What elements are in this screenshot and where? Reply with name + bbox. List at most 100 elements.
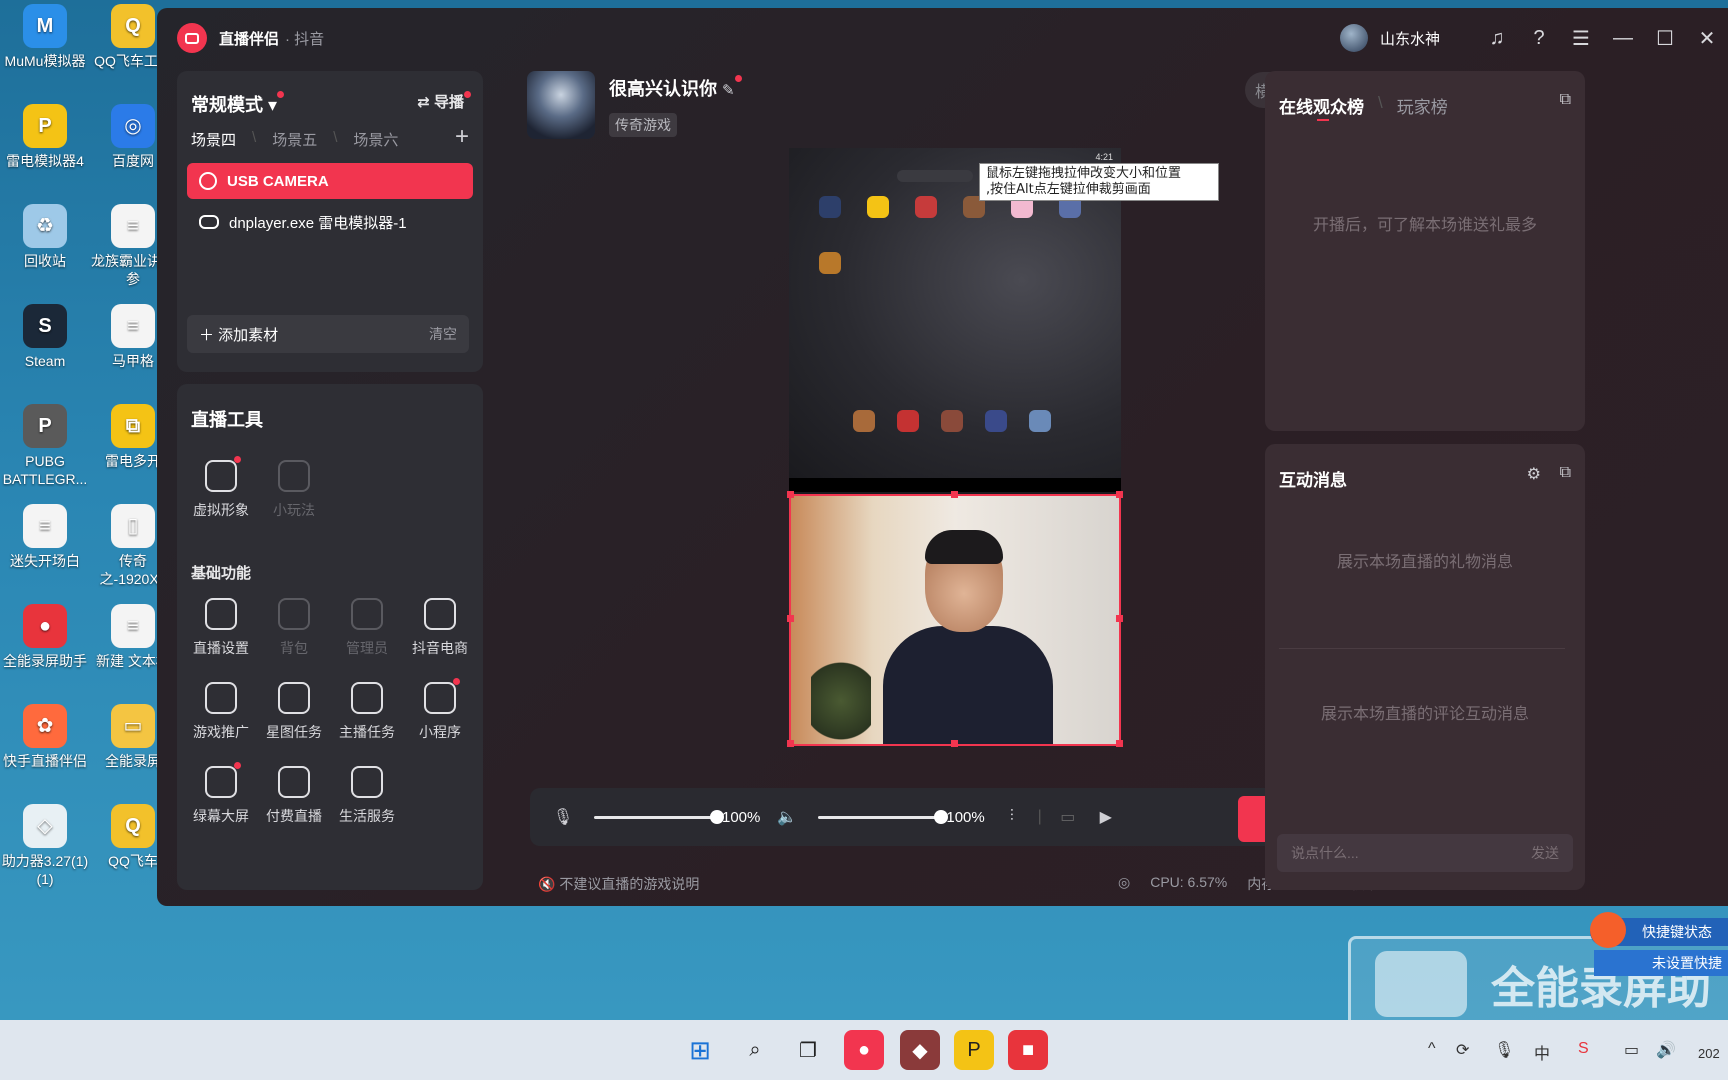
camera-source[interactable]: [789, 494, 1121, 746]
scene-tabs: 场景四 \ 场景五 \ 场景六: [191, 129, 398, 150]
menu-icon[interactable]: ☰: [1560, 18, 1602, 58]
close-icon[interactable]: ✕: [1686, 18, 1728, 58]
clock-fragment[interactable]: 202: [1698, 1046, 1720, 1061]
ime-icon[interactable]: 中: [1534, 1040, 1550, 1064]
network-icon[interactable]: ⟳: [1456, 1040, 1469, 1060]
recorder-app-icon[interactable]: ■: [1008, 1030, 1048, 1070]
headset-icon[interactable]: ♫: [1476, 18, 1518, 58]
add-scene-icon[interactable]: +: [455, 123, 469, 151]
desktop-icon[interactable]: ◇ 助力器3.27(1)(1): [0, 804, 90, 888]
message-settings-icon[interactable]: ⚙: [1527, 464, 1541, 484]
desktop-icon[interactable]: ● 全能录屏助手: [0, 604, 90, 670]
stream-category[interactable]: 传奇游戏: [609, 113, 677, 137]
tool-screen[interactable]: 绿幕大屏: [183, 762, 259, 826]
tool-cart[interactable]: 抖音电商: [402, 598, 478, 658]
minimize-icon[interactable]: —: [1602, 18, 1644, 58]
video-camera-icon[interactable]: ▶: [1095, 807, 1117, 827]
user-avatar[interactable]: [1339, 24, 1368, 52]
app-icon: [915, 196, 937, 218]
tool-star-task[interactable]: 星图任务: [256, 682, 332, 742]
tool-settings[interactable]: 直播设置: [183, 598, 259, 658]
resize-handle[interactable]: [951, 491, 958, 498]
tool-task[interactable]: 主播任务: [329, 682, 405, 742]
resize-handle[interactable]: [787, 740, 794, 747]
resize-handle[interactable]: [1116, 491, 1123, 498]
popout-icon[interactable]: ⧉: [1560, 464, 1571, 482]
start-menu-icon[interactable]: ⊞: [680, 1030, 720, 1070]
slider-knob[interactable]: [710, 809, 724, 824]
emulator-app-icon[interactable]: P: [954, 1030, 994, 1070]
desktop-icon[interactable]: ✿ 快手直播伴侣: [0, 704, 90, 770]
hotkey-unset-badge[interactable]: 未设置快捷: [1594, 950, 1728, 976]
microphone-tray-icon[interactable]: 🎙: [1494, 1040, 1514, 1060]
screen-record-icon[interactable]: ▭: [1057, 807, 1079, 827]
display-icon[interactable]: ▭: [1624, 1040, 1639, 1060]
stream-cover[interactable]: [527, 71, 595, 139]
tool-bag[interactable]: 背包: [256, 598, 332, 658]
sogou-icon[interactable]: S: [1578, 1040, 1589, 1058]
cpu-usage: CPU: 6.57%: [1150, 874, 1228, 890]
tool-admin[interactable]: 管理员: [329, 598, 405, 658]
resize-handle[interactable]: [1116, 740, 1123, 747]
app-icon: [867, 196, 889, 218]
user-name[interactable]: 山东水神: [1380, 28, 1440, 49]
clear-button[interactable]: 清空: [429, 324, 457, 344]
app-logo-icon: [177, 23, 207, 53]
resize-handle[interactable]: [787, 615, 794, 622]
mixer-icon[interactable]: ⫶: [1001, 808, 1023, 826]
stream-title[interactable]: 很高兴认识你 ✎: [609, 75, 742, 101]
tool-gamepad[interactable]: 游戏推广: [183, 682, 259, 742]
speaker-volume-slider[interactable]: [818, 809, 949, 824]
app-icon: [985, 410, 1007, 432]
tool-shop[interactable]: 生活服务: [329, 766, 405, 826]
perf-icon[interactable]: ◎: [1118, 874, 1130, 894]
scene-tab[interactable]: 场景四: [191, 129, 236, 150]
popout-icon[interactable]: ⧉: [1560, 91, 1571, 109]
tray-chevron-icon[interactable]: ^: [1428, 1040, 1436, 1058]
comment-input[interactable]: 说点什么... 发送: [1277, 834, 1573, 872]
avatar-icon: [205, 456, 241, 492]
tool-game[interactable]: 小玩法: [256, 460, 332, 520]
resize-handle[interactable]: [787, 491, 794, 498]
desktop-icon[interactable]: S Steam: [0, 304, 90, 370]
tool-avatar[interactable]: 虚拟形象: [183, 456, 259, 520]
help-icon[interactable]: ?: [1518, 18, 1560, 58]
app-title: 直播伴侣: [219, 30, 280, 48]
desktop-icon[interactable]: M MuMu模拟器: [0, 4, 90, 70]
speaker-mute-icon[interactable]: 🔈: [776, 807, 798, 827]
mode-selector[interactable]: 常规模式 ▾: [191, 91, 285, 117]
tool-paid[interactable]: 付费直播: [256, 766, 332, 826]
add-material-button[interactable]: ＋ 添加素材: [199, 324, 278, 345]
desktop-icon[interactable]: ♻ 回收站: [0, 204, 90, 270]
slider-knob[interactable]: [934, 809, 949, 824]
edit-icon[interactable]: ✎: [722, 82, 735, 99]
tab-player-rank[interactable]: 玩家榜: [1397, 93, 1448, 118]
volume-icon[interactable]: 🔊: [1656, 1040, 1676, 1060]
preview-canvas[interactable]: 4:21: [787, 148, 1123, 747]
mic-volume-slider[interactable]: [594, 809, 724, 824]
guide-button[interactable]: ⇄ 导播: [417, 91, 471, 117]
scene-tab[interactable]: 场景六: [353, 129, 398, 150]
source-item-usb-camera[interactable]: USB CAMERA: [187, 163, 473, 199]
tab-online-audience[interactable]: 在线观众榜: [1279, 93, 1364, 121]
microphone-icon[interactable]: 🎙: [552, 807, 574, 827]
livestream-app-icon[interactable]: ●: [844, 1030, 884, 1070]
recorder-logo-icon[interactable]: [1590, 912, 1626, 948]
game-app-icon[interactable]: ◆: [900, 1030, 940, 1070]
tool-miniapp[interactable]: 小程序: [402, 678, 478, 742]
resize-handle[interactable]: [951, 740, 958, 747]
desktop-icon[interactable]: P 雷电模拟器4: [0, 104, 90, 170]
search-icon[interactable]: ⌕: [735, 1030, 775, 1070]
desktop-icon[interactable]: P PUBG BATTLEGR...: [0, 404, 90, 488]
game-notice-link[interactable]: 🔇 不建议直播的游戏说明: [538, 874, 699, 894]
desktop-app-icon: ◎: [111, 104, 155, 148]
resize-handle[interactable]: [1116, 615, 1123, 622]
task-view-icon[interactable]: ❐: [788, 1030, 828, 1070]
source-item-dnplayer[interactable]: dnplayer.exe 雷电模拟器-1: [187, 204, 473, 240]
scene-tab[interactable]: 场景五: [272, 129, 317, 150]
person-hair: [925, 530, 1003, 564]
desktop-icon[interactable]: ≡ 迷失开场白: [0, 504, 90, 570]
send-button[interactable]: 发送: [1531, 843, 1559, 863]
guide-label: 导播: [433, 94, 464, 111]
maximize-icon[interactable]: ☐: [1644, 18, 1686, 58]
